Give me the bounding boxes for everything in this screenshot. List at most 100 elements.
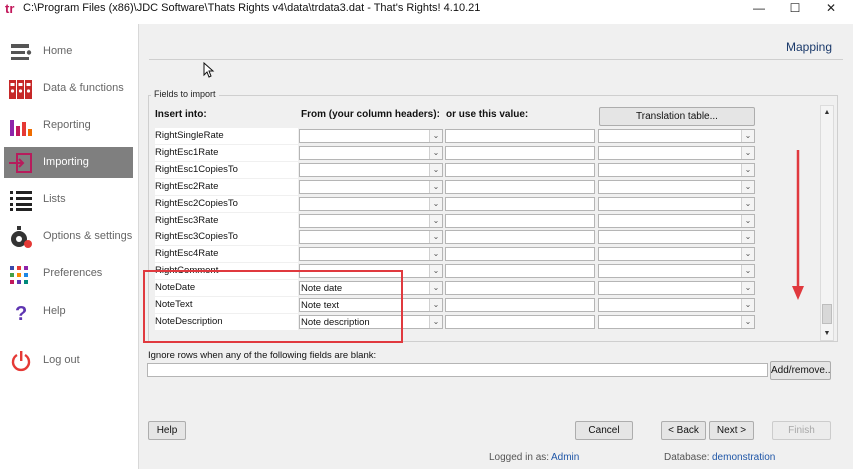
chevron-down-icon[interactable]: ⌄	[741, 231, 754, 244]
from-column-select[interactable]: ⌄	[299, 129, 443, 143]
minimize-button[interactable]: —	[742, 0, 776, 18]
next-button[interactable]: Next >	[709, 421, 754, 440]
value-input[interactable]	[445, 213, 595, 228]
value-select[interactable]: ⌄	[598, 298, 755, 312]
value-input[interactable]	[445, 145, 595, 160]
from-column-select[interactable]: ⌄	[299, 179, 443, 194]
value-input[interactable]	[445, 179, 595, 194]
from-column-select[interactable]: ⌄	[299, 264, 443, 279]
value-input[interactable]	[445, 230, 595, 245]
chevron-down-icon[interactable]: ⌄	[429, 265, 442, 278]
field-name: RightComment	[155, 263, 298, 280]
chevron-down-icon[interactable]: ⌄	[741, 282, 754, 295]
value-input[interactable]	[445, 281, 595, 296]
field-name: RightEsc3CopiesTo	[155, 229, 298, 246]
sidebar-item-label: Help	[43, 305, 66, 317]
help-button[interactable]: Help	[148, 421, 186, 440]
scroll-down-icon[interactable]: ▼	[822, 328, 832, 339]
chevron-down-icon[interactable]: ⌄	[741, 299, 754, 311]
sidebar-item-reporting[interactable]: Reporting	[4, 110, 133, 141]
sidebar-item-label: Importing	[43, 156, 89, 168]
mapping-panel: Mapping Fields to import Insert into: Fr…	[138, 24, 853, 469]
title-bar: tr C:\Program Files (x86)\JDC Software\T…	[0, 0, 853, 18]
value-select[interactable]: ⌄	[598, 264, 755, 279]
value-input[interactable]	[445, 196, 595, 211]
chevron-down-icon[interactable]: ⌄	[429, 130, 442, 142]
chevron-down-icon[interactable]: ⌄	[741, 265, 754, 278]
chevron-down-icon[interactable]: ⌄	[429, 146, 442, 159]
chevron-down-icon[interactable]: ⌄	[741, 197, 754, 210]
value-select[interactable]: ⌄	[598, 179, 755, 194]
from-column-select[interactable]: Note description ⌄	[299, 314, 443, 329]
from-column-value: Note text	[301, 300, 340, 311]
chevron-down-icon[interactable]: ⌄	[741, 163, 754, 176]
chevron-down-icon[interactable]: ⌄	[429, 282, 442, 295]
table-row: RightComment ⌄ ⌄	[155, 263, 761, 280]
from-column-select[interactable]: Note date ⌄	[299, 281, 443, 296]
chevron-down-icon[interactable]: ⌄	[429, 214, 442, 227]
value-select[interactable]: ⌄	[598, 196, 755, 211]
table-row: RightEsc2CopiesTo ⌄ ⌄	[155, 195, 761, 212]
maximize-button[interactable]: ☐	[778, 0, 812, 18]
chevron-down-icon[interactable]: ⌄	[429, 163, 442, 176]
value-input[interactable]	[445, 314, 595, 329]
from-column-select[interactable]: ⌄	[299, 213, 443, 228]
value-input[interactable]	[445, 247, 595, 262]
chevron-down-icon[interactable]: ⌄	[741, 248, 754, 261]
chevron-down-icon[interactable]: ⌄	[429, 299, 442, 311]
chevron-down-icon[interactable]: ⌄	[429, 180, 442, 193]
chevron-down-icon[interactable]: ⌄	[741, 130, 754, 142]
sidebar-item-help[interactable]: ? Help	[4, 296, 133, 327]
chevron-down-icon[interactable]: ⌄	[429, 197, 442, 210]
value-select[interactable]: ⌄	[598, 129, 755, 143]
scroll-up-icon[interactable]: ▲	[822, 107, 832, 118]
value-input[interactable]	[445, 162, 595, 177]
sidebar-item-lists[interactable]: Lists	[4, 184, 133, 215]
table-row: RightSingleRate ⌄ ⌄	[155, 128, 761, 144]
value-input[interactable]	[445, 298, 595, 312]
value-select[interactable]: ⌄	[598, 230, 755, 245]
value-select[interactable]: ⌄	[598, 162, 755, 177]
value-select[interactable]: ⌄	[598, 145, 755, 160]
value-input[interactable]	[445, 129, 595, 143]
add-remove-button[interactable]: Add/remove..	[770, 361, 831, 380]
chevron-down-icon[interactable]: ⌄	[429, 248, 442, 261]
table-row: RightEsc4Rate ⌄ ⌄	[155, 246, 761, 263]
from-column-select[interactable]: ⌄	[299, 247, 443, 262]
chevron-down-icon[interactable]: ⌄	[429, 315, 442, 328]
sidebar-item-log-out[interactable]: Log out	[4, 345, 133, 376]
sidebar-item-options-settings[interactable]: Options & settings	[4, 221, 133, 252]
sidebar-item-preferences[interactable]: Preferences	[4, 258, 133, 289]
value-select[interactable]: ⌄	[598, 281, 755, 296]
vertical-scrollbar[interactable]: ▲ ▼	[820, 105, 834, 341]
sidebar-item-importing[interactable]: Importing	[4, 147, 133, 178]
from-column-select[interactable]: ⌄	[299, 162, 443, 177]
from-column-select[interactable]: ⌄	[299, 230, 443, 245]
chevron-down-icon[interactable]: ⌄	[741, 180, 754, 193]
cancel-button[interactable]: Cancel	[575, 421, 633, 440]
from-column-select[interactable]: Note text ⌄	[299, 298, 443, 312]
value-select[interactable]: ⌄	[598, 213, 755, 228]
chevron-down-icon[interactable]: ⌄	[429, 231, 442, 244]
chevron-down-icon[interactable]: ⌄	[741, 214, 754, 227]
table-row: RightEsc3CopiesTo ⌄ ⌄	[155, 229, 761, 246]
scroll-thumb[interactable]	[822, 304, 832, 324]
value-select[interactable]: ⌄	[598, 314, 755, 329]
ignore-fields-input[interactable]	[147, 363, 768, 377]
page-title: Mapping	[785, 40, 832, 54]
table-row: RightEsc1CopiesTo ⌄ ⌄	[155, 161, 761, 178]
value-select[interactable]: ⌄	[598, 247, 755, 262]
close-button[interactable]: ✕	[814, 0, 848, 18]
import-icon	[9, 153, 32, 173]
sidebar-item-data-functions[interactable]: Data & functions	[4, 73, 133, 104]
from-column-select[interactable]: ⌄	[299, 196, 443, 211]
from-column-select[interactable]: ⌄	[299, 145, 443, 160]
value-input[interactable]	[445, 264, 595, 279]
sidebar-item-home[interactable]: Home	[4, 36, 133, 67]
back-button[interactable]: < Back	[661, 421, 706, 440]
finish-button[interactable]: Finish	[772, 421, 831, 440]
translation-table-button[interactable]: Translation table...	[599, 107, 755, 126]
chevron-down-icon[interactable]: ⌄	[741, 146, 754, 159]
header-from: From (your column headers):	[301, 109, 440, 120]
chevron-down-icon[interactable]: ⌄	[741, 315, 754, 328]
